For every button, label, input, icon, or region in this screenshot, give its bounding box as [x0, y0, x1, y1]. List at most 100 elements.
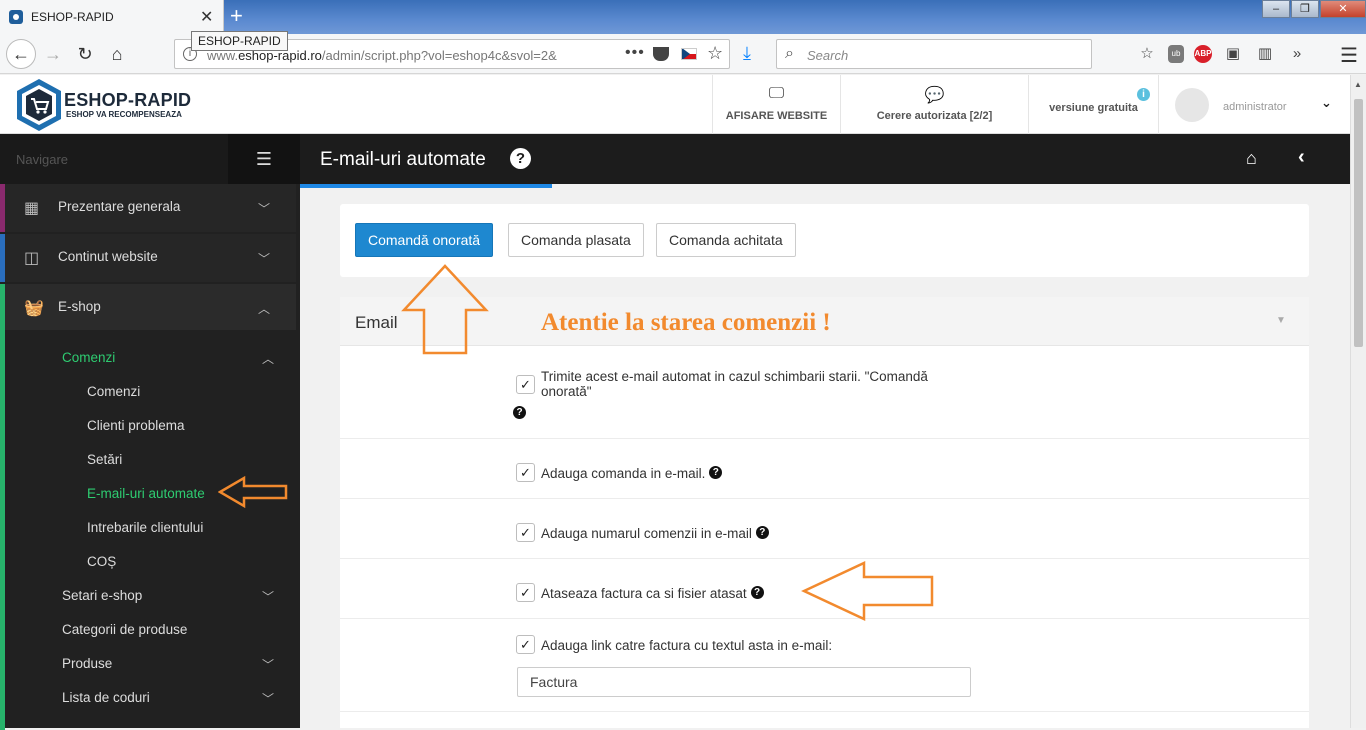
sidebar-item-email-automate[interactable]: E-mail-uri automate — [87, 486, 205, 501]
browser-tab[interactable]: ESHOP-RAPID ✕ — [0, 0, 224, 34]
minimize-button[interactable]: – — [1262, 0, 1290, 18]
reload-icon[interactable]: ↻ — [70, 40, 100, 68]
sidebar-item-prezentare[interactable]: ▦ Prezentare generala ﹀ — [0, 184, 296, 232]
attach-invoice-checkbox[interactable]: ✓ — [516, 583, 535, 602]
up-arrow-annotation-icon — [401, 264, 489, 355]
sidebar-item-eshop[interactable]: 🧺 E-shop ︿ — [0, 284, 296, 330]
sidebar-item-continut[interactable]: ◫ Continut website ﹀ — [0, 234, 296, 282]
section-title: Email — [355, 313, 398, 332]
home-icon[interactable]: ⌂ — [102, 40, 132, 68]
active-section-rail — [0, 330, 5, 730]
logo-subtitle: ESHOP VA RECOMPENSEAZA — [66, 110, 182, 119]
title-underline — [300, 184, 552, 188]
user-menu[interactable]: administrator ⌄ — [1158, 75, 1350, 134]
sidebar-item-label: E-shop — [58, 299, 101, 314]
tab-comanda-onorata[interactable]: Comandă onorată — [355, 223, 494, 257]
send-auto-checkbox[interactable]: ✓ — [516, 375, 535, 394]
version-label: versiune gratuita — [1049, 102, 1138, 114]
sidebar-item-produse[interactable]: Produse ﹀ — [62, 656, 274, 672]
sidebar-item-cos[interactable]: COȘ — [87, 554, 116, 569]
bookmarks-icon[interactable]: ☆ — [1136, 43, 1158, 65]
chevron-down-icon: ﹀ — [258, 202, 271, 216]
chevron-down-icon: ﹀ — [262, 590, 275, 604]
search-placeholder: Search — [807, 48, 849, 63]
scroll-up-icon[interactable]: ▲ — [1354, 80, 1362, 89]
option-label: Adauga numarul comenzii in e-mail? — [541, 526, 769, 541]
pocket-icon[interactable] — [653, 47, 669, 61]
sidebar-item-label: Continut website — [58, 249, 158, 264]
help-icon[interactable]: ? — [750, 586, 764, 599]
sidebar-item-comenzi[interactable]: Comenzi — [87, 384, 140, 399]
tab-close-icon[interactable]: ✕ — [200, 7, 213, 27]
tab-comanda-plasata[interactable]: Comanda plasata — [508, 223, 644, 257]
home-icon[interactable]: ⌂ — [1246, 148, 1257, 169]
help-icon[interactable]: ? — [709, 466, 723, 479]
scrollbar-thumb[interactable] — [1354, 99, 1363, 347]
view-website-button[interactable]: 🖵 AFISARE WEBSITE — [712, 75, 840, 134]
content-header: E-mail-uri automate ? ⌂ ‹ — [300, 134, 1350, 184]
option-row: ✓ Trimite acest e-mail automat in cazul … — [340, 346, 1309, 439]
chevron-down-icon[interactable]: ⌄ — [1321, 95, 1332, 111]
page-scrollbar[interactable]: ▲ — [1350, 75, 1366, 728]
chevron-down-icon: ﹀ — [262, 658, 275, 672]
add-order-number-checkbox[interactable]: ✓ — [516, 523, 535, 542]
help-icon[interactable]: ? — [755, 526, 769, 539]
window-close-button[interactable]: ✕ — [1320, 0, 1366, 18]
option-row: ✓ Adauga link catre factura cu textul as… — [340, 619, 1309, 712]
browser-menu-icon[interactable]: ☰ — [1340, 43, 1358, 68]
info-icon[interactable]: i — [1137, 88, 1150, 101]
option-row: ✓ Adauga comanda in e-mail.? — [340, 439, 1309, 499]
sidebar: Navigare ☰ ▦ Prezentare generala ﹀ ◫ Con… — [0, 134, 300, 730]
add-order-checkbox[interactable]: ✓ — [516, 463, 535, 482]
grid-icon: ▦ — [24, 200, 40, 217]
overflow-icon[interactable]: » — [1286, 43, 1308, 65]
reader-icon[interactable]: ▥ — [1254, 43, 1276, 65]
sidebar-item-categorii[interactable]: Categorii de produse — [62, 622, 187, 637]
requests-button[interactable]: 💬 Cerere autorizata [2/2] — [840, 75, 1028, 134]
search-input[interactable]: ⌕ Search — [776, 39, 1092, 69]
tab-tooltip: ESHOP-RAPID — [191, 31, 288, 51]
maximize-button[interactable]: ❐ — [1291, 0, 1319, 18]
app-header: ESHOP-RAPID ESHOP VA RECOMPENSEAZA 🖵 AFI… — [0, 75, 1350, 134]
bookmark-star-icon[interactable]: ☆ — [707, 43, 723, 64]
new-tab-button[interactable]: + — [230, 3, 243, 29]
monitor-icon: 🖵 — [768, 85, 785, 102]
sidebar-item-lista-coduri[interactable]: Lista de coduri ﹀ — [62, 690, 274, 706]
option-label: Adauga link catre factura cu textul asta… — [541, 638, 833, 653]
back-arrow-icon[interactable]: ← — [6, 39, 36, 69]
tab-comanda-achitata[interactable]: Comanda achitata — [656, 223, 796, 257]
avatar — [1175, 88, 1209, 122]
invoice-link-text-input[interactable]: Factura — [517, 667, 971, 697]
help-icon[interactable]: ? — [510, 148, 531, 169]
sidebar-top: Navigare ☰ — [0, 134, 300, 184]
sidebar-item-comenzi-group[interactable]: Comenzi ︿ — [62, 350, 274, 366]
invoice-link-checkbox[interactable]: ✓ — [516, 635, 535, 654]
sidebar-item-setari[interactable]: Setări — [87, 452, 122, 467]
requests-label: Cerere autorizata [2/2] — [876, 110, 993, 122]
sidebar-item-intrebari[interactable]: Intrebarile clientului — [87, 520, 203, 535]
option-label: Adauga comanda in e-mail.? — [541, 466, 723, 481]
ublock-icon[interactable]: ub — [1168, 45, 1184, 63]
czech-flag-icon[interactable] — [681, 48, 697, 60]
version-box[interactable]: i versiune gratuita — [1028, 75, 1158, 134]
forward-arrow-icon[interactable]: → — [38, 40, 68, 68]
logo-title: ESHOP-RAPID — [64, 90, 192, 110]
download-icon[interactable]: ⤓ — [743, 43, 751, 64]
hamburger-menu-icon[interactable]: ☰ — [228, 134, 300, 184]
adblock-icon[interactable]: ABP — [1194, 45, 1212, 63]
tab-title: ESHOP-RAPID — [31, 10, 114, 24]
page-actions-icon[interactable]: ••• — [625, 44, 645, 62]
sidebar-item-clienti-problema[interactable]: Clienti problema — [87, 418, 185, 433]
sidebar-icon[interactable]: ▣ — [1222, 43, 1244, 65]
browser-tab-bar: ESHOP-RAPID ✕ + – ❐ ✕ — [0, 0, 1366, 34]
chevron-left-icon[interactable]: ‹ — [1298, 146, 1305, 169]
window-controls: – ❐ ✕ — [1261, 0, 1366, 20]
eshop-logo-icon[interactable] — [14, 77, 64, 133]
help-icon[interactable]: ? — [513, 406, 526, 419]
left-arrow-annotation-icon — [801, 561, 934, 621]
email-settings-card: Email ▼ ✓ Trimite acest e-mail automat i… — [340, 297, 1309, 728]
chevron-down-icon: ﹀ — [258, 252, 271, 266]
caret-down-icon[interactable]: ▼ — [1276, 315, 1286, 326]
sidebar-item-label: Prezentare generala — [58, 199, 181, 214]
sidebar-item-setari-eshop[interactable]: Setari e-shop ﹀ — [62, 588, 274, 604]
